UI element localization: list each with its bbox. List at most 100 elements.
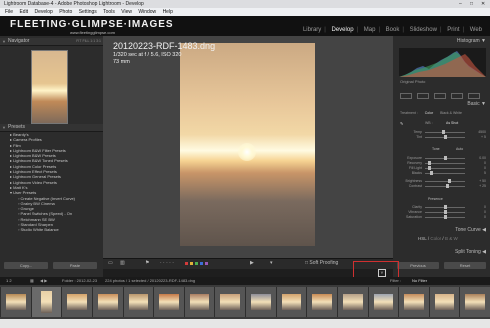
slider-knob[interactable] [446, 184, 449, 188]
paste-button[interactable]: Paste [53, 262, 97, 269]
reset-button[interactable]: Reset [444, 262, 486, 269]
filmstrip-thumbnail[interactable] [153, 287, 184, 317]
slider-track[interactable] [425, 181, 465, 182]
slider-value[interactable]: 0 [484, 210, 486, 214]
filmstrip-thumbnail[interactable] [122, 287, 154, 317]
tab-hsl[interactable]: HSL [418, 236, 427, 241]
module-library[interactable]: Library [303, 27, 321, 33]
slider-knob[interactable] [444, 135, 447, 139]
histogram[interactable] [399, 48, 486, 77]
treatment-color[interactable]: Color [425, 111, 433, 115]
menu-file[interactable]: File [5, 9, 13, 15]
filter-dropdown[interactable]: No Filter [412, 278, 427, 283]
maximize-icon[interactable]: □ [470, 0, 473, 8]
treatment-bw[interactable]: Black & White [440, 111, 462, 115]
wb-dropdown[interactable]: As Shot [446, 121, 458, 125]
graduated-filter-icon[interactable] [451, 93, 463, 99]
crop-tool-icon[interactable] [400, 93, 412, 99]
color-label-green[interactable] [195, 262, 198, 265]
tab-bw[interactable]: B & W [445, 236, 458, 241]
slider-value[interactable]: 0 [484, 161, 486, 165]
filmstrip-thumbnail[interactable] [306, 287, 337, 317]
module-develop[interactable]: Develop [332, 27, 354, 33]
slider-track[interactable] [425, 163, 465, 164]
slider-knob[interactable] [444, 215, 447, 219]
slider-knob[interactable] [444, 210, 447, 214]
slider-value[interactable]: + 50 [479, 179, 486, 183]
flag-icon[interactable]: ⚑ [145, 260, 149, 266]
color-label-purple[interactable] [205, 262, 208, 265]
adjustment-brush-icon[interactable] [468, 93, 480, 99]
menu-tools[interactable]: Tools [103, 9, 115, 15]
before-after-icon[interactable]: Y [378, 269, 386, 277]
slider-track[interactable] [425, 168, 465, 169]
slider-contrast[interactable]: Contrast + 25 [400, 184, 486, 189]
module-map[interactable]: Map [364, 27, 376, 33]
module-slideshow[interactable]: Slideshow [410, 27, 437, 33]
slider-blacks[interactable]: Blacks 5 [400, 171, 486, 176]
slider-value[interactable]: 5 [484, 171, 486, 175]
grid-icon[interactable]: ▦ [30, 278, 34, 283]
slider-knob[interactable] [442, 130, 445, 134]
slider-knob[interactable] [428, 166, 431, 170]
compare-view-icon[interactable]: ▥ [120, 260, 125, 266]
filmstrip-thumbnail[interactable] [398, 287, 429, 317]
filmstrip-thumbnail[interactable] [183, 287, 215, 317]
module-print[interactable]: Print [447, 27, 459, 33]
menu-window[interactable]: Window [138, 9, 156, 15]
slider-value[interactable]: + 25 [479, 184, 486, 188]
module-web[interactable]: Web [470, 27, 482, 33]
preset-item[interactable]: ▫ Studio White Balance [0, 227, 103, 232]
eyedropper-icon[interactable]: ✎ [400, 121, 403, 126]
filmstrip-thumbnail[interactable] [91, 287, 123, 317]
slider-track[interactable] [425, 132, 465, 133]
navigator-preview[interactable] [31, 50, 68, 124]
filmstrip-thumbnail[interactable] [459, 287, 490, 317]
slider-knob[interactable] [444, 205, 447, 209]
previous-button[interactable]: Previous [397, 262, 439, 269]
slider-knob[interactable] [430, 171, 433, 175]
menu-photo[interactable]: Photo [59, 9, 72, 15]
filmstrip-thumbnail[interactable] [30, 287, 62, 317]
menu-edit[interactable]: Edit [19, 9, 28, 15]
slider-value[interactable]: 0 [484, 166, 486, 170]
filmstrip-thumbnail[interactable] [428, 287, 460, 317]
menu-develop[interactable]: Develop [34, 9, 52, 15]
loupe-view-icon[interactable]: ▭ [108, 260, 113, 266]
filmstrip-thumbnail[interactable] [245, 287, 276, 317]
red-eye-icon[interactable] [434, 93, 446, 99]
filmstrip-thumbnail[interactable] [0, 287, 31, 317]
slider-value[interactable]: + 5 [481, 135, 486, 139]
spot-removal-icon[interactable] [417, 93, 429, 99]
play-icon[interactable]: ▶ [250, 260, 254, 266]
menu-help[interactable]: Help [163, 9, 173, 15]
slider-value[interactable]: 0.00 [479, 156, 486, 160]
minimize-icon[interactable]: – [459, 0, 462, 8]
filmstrip-thumbnail[interactable] [367, 287, 399, 317]
slider-saturation[interactable]: Saturation 0 [400, 215, 486, 220]
rating-stars-icon[interactable]: · · · · · [160, 260, 174, 266]
filmstrip-thumbnail[interactable] [214, 287, 245, 317]
page-switcher[interactable]: 1 2 [6, 278, 12, 283]
presets-header[interactable]: ▼ Presets [0, 124, 103, 132]
soft-proofing-checkbox[interactable]: □ Soft Proofing [305, 260, 338, 266]
color-label-blue[interactable] [200, 262, 203, 265]
filmstrip-thumbnail[interactable] [275, 287, 307, 317]
navigator-zoom-options[interactable]: FIT FILL 1:1 3:1 [76, 38, 101, 45]
close-icon[interactable]: ✕ [481, 0, 485, 8]
module-book[interactable]: Book [386, 27, 400, 33]
back-icon[interactable]: ◀ ▶ [40, 278, 47, 283]
basic-header[interactable]: Basic ▼ [396, 101, 486, 107]
folder-path[interactable]: Folder : 2012-02-23 [62, 278, 97, 283]
slider-value[interactable]: 0 [484, 215, 486, 219]
slider-tint[interactable]: Tint + 5 [400, 135, 486, 140]
menu-view[interactable]: View [121, 9, 132, 15]
tone-curve-header[interactable]: Tone Curve ◀ [396, 227, 486, 233]
slider-knob[interactable] [428, 161, 431, 165]
tab-color[interactable]: Color [430, 236, 441, 241]
auto-tone-button[interactable]: Auto [456, 147, 463, 151]
menu-settings[interactable]: Settings [79, 9, 97, 15]
slider-knob[interactable] [448, 179, 451, 183]
slider-track[interactable] [425, 186, 465, 187]
slider-value[interactable]: 4500 [478, 130, 486, 134]
